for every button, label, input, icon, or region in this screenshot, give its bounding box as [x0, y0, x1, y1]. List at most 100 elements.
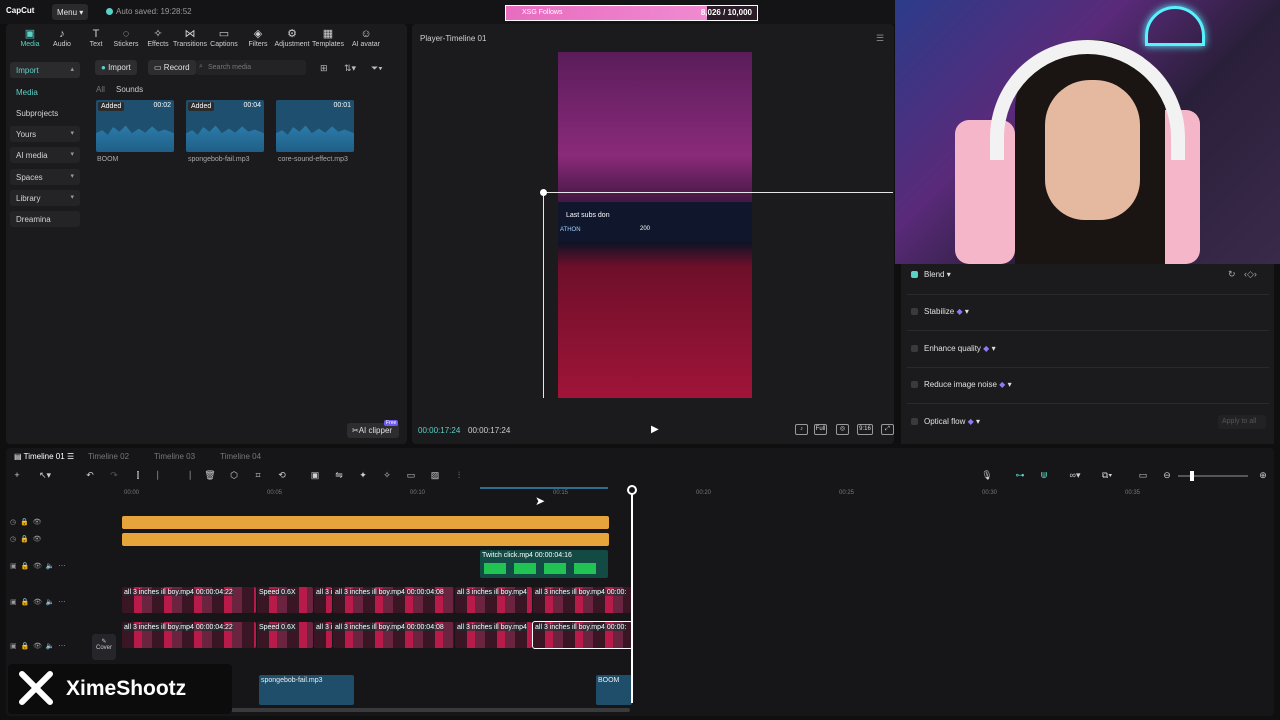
audio-clip-boom[interactable]: BOOM: [596, 675, 632, 705]
ratio-button[interactable]: 9:16: [857, 424, 873, 435]
text-clip[interactable]: [122, 533, 609, 546]
sidebar-item-media[interactable]: Media: [10, 84, 80, 100]
playhead-handle[interactable]: [627, 485, 637, 495]
text-clip[interactable]: [122, 516, 609, 529]
video-clip[interactable]: all 3 inches ill boy.mp4 00:00:04:08: [333, 587, 454, 613]
grid-view-icon[interactable]: ⊞: [320, 63, 328, 74]
filter-sounds[interactable]: Sounds: [116, 85, 143, 94]
track-controls[interactable]: ▣ 🔒 👁 🔈 ⋯: [10, 562, 66, 570]
tab-media[interactable]: ▣ Media: [12, 28, 48, 52]
caption-icon[interactable]: ▭: [404, 470, 418, 482]
twitch-click-clip[interactable]: Twitch click.mp4 00:00:04:16: [480, 550, 608, 578]
player-menu-icon[interactable]: ☰: [876, 33, 884, 44]
remove-bg-icon[interactable]: ✦: [356, 470, 370, 482]
track-controls[interactable]: ◷ 🔒 👁: [10, 518, 42, 526]
enhance-quality-checkbox[interactable]: [911, 345, 918, 352]
reduce-noise-label[interactable]: Reduce image noise ◆ ▾: [924, 380, 1012, 389]
audio-wave-icon[interactable]: ⫶: [452, 470, 466, 482]
blend-label[interactable]: Blend ▾: [924, 270, 951, 279]
crop-icon[interactable]: ⌗: [251, 470, 265, 482]
magnet-icon[interactable]: ⋓: [1037, 470, 1051, 482]
video-clip[interactable]: Speed 0.6X: [257, 587, 313, 613]
apply-to-all-button[interactable]: Apply to all: [1218, 415, 1266, 429]
image-icon[interactable]: ▨: [428, 470, 442, 482]
sidebar-item-library[interactable]: Library ▾: [10, 190, 80, 206]
split-icon[interactable]: ⫿: [131, 470, 145, 482]
video-clip[interactable]: all 3 i: [314, 587, 332, 613]
filter-all[interactable]: All: [96, 85, 105, 94]
reset-icon[interactable]: ↻: [1228, 269, 1236, 280]
redo-icon[interactable]: ↷: [107, 470, 121, 482]
tab-templates[interactable]: ▦ Templates: [310, 28, 346, 52]
select-tool-icon[interactable]: ↖▾: [38, 470, 52, 482]
playhead[interactable]: [631, 488, 633, 703]
media-item-spongebob[interactable]: Added 00:04: [186, 100, 264, 152]
track-controls[interactable]: ▣ 🔒 👁 🔈 ⋯: [10, 642, 66, 650]
video-clip[interactable]: all 3 inches ill boy.mp4: [455, 622, 532, 648]
video-clip[interactable]: all 3 inches ill boy.mp4 00:00:04:22: [122, 622, 256, 648]
tab-transitions[interactable]: ⋈ Transitions: [172, 28, 208, 52]
tab-audio[interactable]: ♪ Audio: [44, 28, 80, 52]
snapshot-icon[interactable]: ◎: [836, 424, 849, 435]
preview-axis-icon[interactable]: ⧉▾: [1095, 470, 1119, 482]
delete-icon[interactable]: 🗑: [203, 470, 217, 482]
microphone-icon[interactable]: 🎙: [980, 470, 994, 482]
sidebar-item-dreamina[interactable]: Dreamina: [10, 211, 80, 227]
video-clip[interactable]: all 3 inches ill boy.mp4 00:00:04:08: [333, 622, 454, 648]
transform-icon[interactable]: ⟲: [275, 470, 289, 482]
tab-ai-avatar[interactable]: ☺ AI avatar: [348, 28, 384, 52]
cover-button[interactable]: ✎ Cover: [92, 634, 116, 660]
timeline-tab-02[interactable]: Timeline 02: [88, 452, 129, 461]
split-right-icon[interactable]: ⎹: [179, 470, 193, 482]
fullscreen-icon[interactable]: ⤢: [881, 424, 894, 435]
magic-icon[interactable]: ✧: [380, 470, 394, 482]
sidebar-item-subprojects[interactable]: Subprojects: [10, 105, 80, 121]
caption-toggle-icon[interactable]: ▭: [1136, 470, 1150, 482]
sidebar-item-spaces[interactable]: Spaces ▾: [10, 169, 80, 185]
zoom-out-icon[interactable]: ⊖: [1160, 470, 1174, 482]
optical-flow-checkbox[interactable]: [911, 418, 918, 425]
video-clip[interactable]: all 3 inches ill boy.mp4 00:00:04:22: [122, 587, 256, 613]
search-input[interactable]: ⌕ Search media: [196, 60, 306, 75]
link-icon[interactable]: ⊶: [1013, 470, 1027, 482]
sidebar-item-import[interactable]: Import ▴: [10, 62, 80, 78]
timeline-tab-04[interactable]: Timeline 04: [220, 452, 261, 461]
media-item-boom[interactable]: Added 00:02: [96, 100, 174, 152]
tab-filters[interactable]: ◈ Filters: [240, 28, 276, 52]
zoom-slider[interactable]: [1178, 475, 1248, 477]
track-controls[interactable]: ▣ 🔒 👁 🔈 ⋯: [10, 598, 66, 606]
optical-flow-label[interactable]: Optical flow ◆ ▾: [924, 417, 980, 426]
audio-toggle-icon[interactable]: ♪: [795, 424, 808, 435]
timeline-tab-01[interactable]: ▤ Timeline 01 ☰: [14, 452, 74, 461]
stabilize-label[interactable]: Stabilize ◆ ▾: [924, 307, 969, 316]
play-icon[interactable]: ▶: [651, 424, 659, 435]
track-controls[interactable]: ◷ 🔒 👁: [10, 535, 42, 543]
keyframe-icon[interactable]: ‹◇›: [1244, 269, 1257, 280]
media-item-core-sound[interactable]: 00:01: [276, 100, 354, 152]
zoom-slider-knob[interactable]: [1190, 471, 1194, 481]
filter-icon[interactable]: ⏷▾: [371, 63, 383, 74]
menu-button[interactable]: Menu ▾: [52, 4, 88, 20]
timeline-tab-03[interactable]: Timeline 03: [154, 452, 195, 461]
enhance-quality-label[interactable]: Enhance quality ◆ ▾: [924, 344, 996, 353]
tab-captions[interactable]: ▭ Captions: [206, 28, 242, 52]
auto-reframe-icon[interactable]: ▣: [308, 470, 322, 482]
add-icon[interactable]: +: [10, 470, 24, 482]
full-quality-button[interactable]: Full: [814, 424, 827, 435]
mirror-icon[interactable]: ⇋: [332, 470, 346, 482]
sort-icon[interactable]: ⇅▾: [344, 63, 356, 74]
undo-icon[interactable]: ↶: [83, 470, 97, 482]
video-clip[interactable]: all 3 inches ill boy.mp4: [455, 587, 532, 613]
crop-handle[interactable]: [540, 189, 547, 196]
shield-icon[interactable]: ⬡: [227, 470, 241, 482]
split-left-icon[interactable]: ⎸: [155, 470, 169, 482]
chain-icon[interactable]: ∞▾: [1063, 470, 1087, 482]
zoom-in-icon[interactable]: ⊕: [1256, 470, 1270, 482]
stabilize-checkbox[interactable]: [911, 308, 918, 315]
audio-clip-spongebob[interactable]: spongebob-fail.mp3: [259, 675, 354, 705]
record-button[interactable]: ▭ Record: [148, 60, 196, 75]
video-clip[interactable]: all 3 i: [314, 622, 332, 648]
reduce-noise-checkbox[interactable]: [911, 381, 918, 388]
sidebar-item-yours[interactable]: Yours ▾: [10, 126, 80, 142]
video-clip[interactable]: all 3 inches ill boy.mp4 00:00:: [533, 587, 632, 613]
